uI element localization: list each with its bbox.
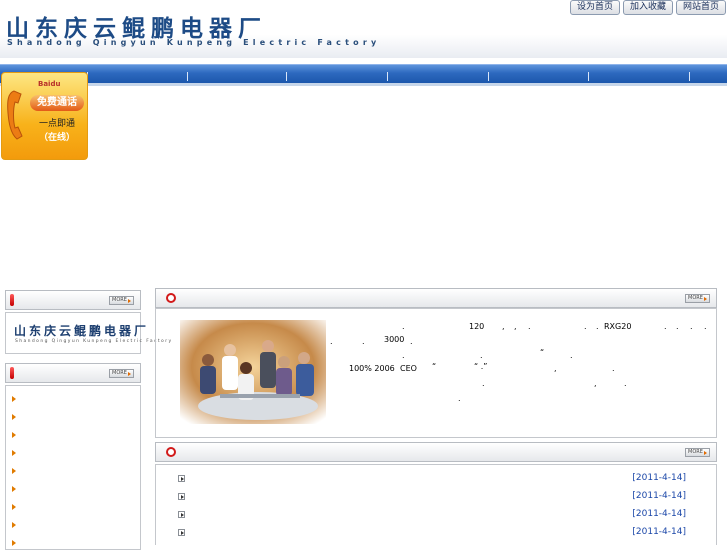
list-item[interactable]: [6, 534, 140, 552]
nav-divider: [387, 72, 388, 81]
news-date: [2011-4-14]: [632, 491, 686, 501]
intro-text: .: [624, 379, 627, 388]
arrow-icon: [12, 522, 16, 528]
intro-text: .: [704, 322, 707, 331]
mini-logo-english: Shandong Qingyun Kunpeng Electric Factor…: [15, 339, 173, 344]
intro-text: .: [410, 337, 413, 346]
top-links: 设为首页 加入收藏 网站首页: [569, 0, 726, 15]
arrow-icon: [12, 468, 16, 474]
news-more-button[interactable]: MORE: [685, 448, 710, 457]
company-intro-panel: . 120 , , . . . RXG20 . . . . . . 3000 .…: [155, 308, 717, 438]
intro-text: .: [676, 322, 679, 331]
main-nav-bar: [0, 64, 727, 86]
intro-text: .: [596, 322, 599, 331]
intro-text: ,: [502, 322, 505, 331]
list-item[interactable]: [6, 444, 140, 462]
intro-text: .: [362, 337, 365, 346]
phone-handset-icon: [7, 90, 23, 140]
intro-text: ,: [554, 364, 557, 373]
mini-logo-chinese[interactable]: 山东庆云鲲鹏电器厂: [14, 322, 149, 339]
add-favorite-link[interactable]: 加入收藏: [622, 0, 673, 15]
intro-text: 100% 2006: [349, 364, 395, 373]
news-title-bar: MORE: [155, 442, 717, 462]
intro-text: “: [432, 362, 437, 371]
intro-text: “: [540, 348, 545, 357]
intro-text: .: [402, 322, 405, 331]
nav-divider: [488, 72, 489, 81]
intro-text: .: [482, 379, 485, 388]
list-item[interactable]: [6, 480, 140, 498]
nav-divider: [689, 72, 690, 81]
call-status: （在线）: [38, 133, 75, 143]
nav-divider: [286, 72, 287, 81]
intro-text: .: [330, 337, 333, 346]
left-category-list-box: [5, 385, 141, 550]
red-marker-icon: [10, 367, 14, 379]
list-item[interactable]: [6, 498, 140, 516]
ring-marker-icon: [166, 447, 176, 457]
intro-text: .: [612, 364, 615, 373]
news-row[interactable]: [2011-4-14]: [156, 506, 716, 524]
site-header: 山东庆云鲲鹏电器厂 Shandong Qingyun Kunpeng Elect…: [0, 0, 727, 58]
red-marker-icon: [10, 294, 14, 306]
intro-text: .: [458, 394, 461, 403]
intro-text: .: [480, 351, 483, 360]
intro-text: RXG20: [604, 322, 632, 331]
business-team-photo: [180, 320, 326, 424]
more-button[interactable]: MORE: [109, 369, 134, 378]
intro-text: 120: [469, 322, 485, 331]
left-panel-1-title-bar: MORE: [5, 290, 141, 310]
arrow-icon: [12, 450, 16, 456]
news-date: [2011-4-14]: [632, 473, 686, 483]
site-home-link[interactable]: 网站首页: [675, 0, 726, 15]
arrow-icon: [12, 486, 16, 492]
call-subtitle: 一点即通: [38, 119, 75, 129]
intro-text: .: [402, 351, 405, 360]
intro-text: .: [664, 322, 667, 331]
free-call-widget[interactable]: Baidu 免费通话 一点即通 （在线）: [1, 72, 88, 160]
intro-title-bar: MORE: [155, 288, 717, 308]
news-row[interactable]: [2011-4-14]: [156, 488, 716, 506]
intro-text: .: [570, 351, 573, 360]
ring-marker-icon: [166, 293, 176, 303]
list-item[interactable]: [6, 390, 140, 408]
news-date: [2011-4-14]: [632, 509, 686, 519]
play-bullet-icon: [178, 529, 185, 536]
intro-text: .: [690, 322, 693, 331]
free-call-button[interactable]: 免费通话: [30, 95, 84, 111]
play-bullet-icon: [178, 493, 185, 500]
play-bullet-icon: [178, 511, 185, 518]
site-logo-english: Shandong Qingyun Kunpeng Electric Factor…: [7, 38, 381, 47]
more-button[interactable]: MORE: [109, 296, 134, 305]
list-item[interactable]: [6, 462, 140, 480]
intro-text: .: [584, 322, 587, 331]
list-item[interactable]: [6, 426, 140, 444]
intro-text: .: [528, 322, 531, 331]
list-item[interactable]: [6, 516, 140, 534]
arrow-icon: [12, 504, 16, 510]
arrow-icon: [12, 432, 16, 438]
nav-divider: [187, 72, 188, 81]
intro-text: CEO: [400, 364, 417, 373]
nav-divider: [588, 72, 589, 81]
mini-logo-box: 山东庆云鲲鹏电器厂 Shandong Qingyun Kunpeng Elect…: [5, 312, 171, 354]
play-bullet-icon: [178, 475, 185, 482]
news-row[interactable]: [2011-4-14]: [156, 470, 716, 488]
intro-text: ,: [594, 379, 597, 388]
news-date: [2011-4-14]: [632, 527, 686, 537]
arrow-icon: [12, 396, 16, 402]
arrow-icon: [12, 540, 16, 546]
arrow-icon: [12, 414, 16, 420]
intro-text: “ .”: [474, 362, 488, 371]
category-list: [6, 390, 140, 552]
call-brand-label: Baidu: [38, 80, 61, 88]
list-item[interactable]: [6, 408, 140, 426]
news-list-panel: [2011-4-14] [2011-4-14] [2011-4-14] [201…: [155, 464, 717, 545]
intro-text: ,: [514, 322, 517, 331]
news-row[interactable]: [2011-4-14]: [156, 524, 716, 542]
left-panel-2-title-bar: MORE: [5, 363, 141, 383]
intro-more-button[interactable]: MORE: [685, 294, 710, 303]
set-homepage-link[interactable]: 设为首页: [569, 0, 620, 15]
intro-text: 3000: [384, 335, 405, 344]
